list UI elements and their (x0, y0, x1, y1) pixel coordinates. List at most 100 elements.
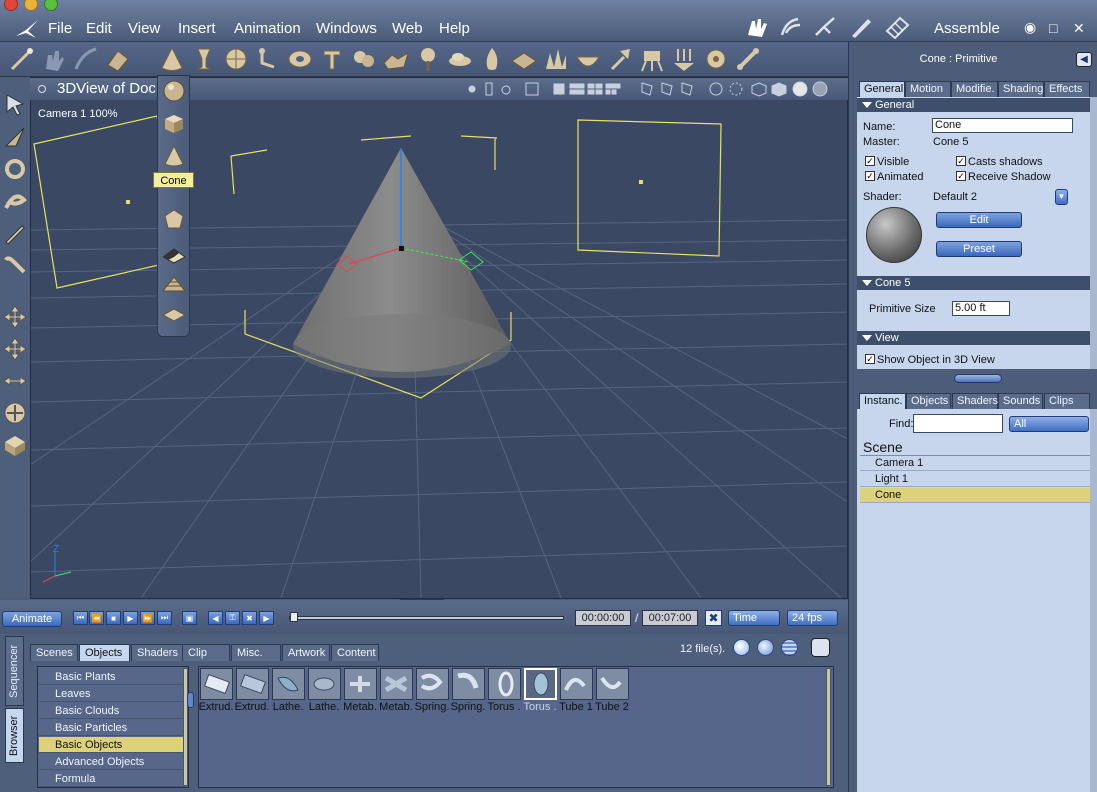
category-item[interactable]: Basic Plants (39, 669, 185, 685)
shader-dropdown-icon[interactable]: ▼ (1055, 189, 1068, 205)
fire-icon[interactable] (478, 45, 506, 73)
preset-shader-button[interactable]: Preset (936, 241, 1022, 257)
receive-shadow-checkbox[interactable]: ✓ (956, 171, 966, 181)
panel-splitter-handle[interactable] (954, 374, 1002, 383)
realtime-toggle[interactable]: ✖ (705, 610, 722, 626)
bowl-icon[interactable] (574, 45, 602, 73)
list-splitter-handle[interactable] (187, 692, 194, 708)
move-yz-icon[interactable] (2, 368, 28, 394)
scene-item-cone[interactable]: Cone (860, 488, 1090, 503)
fps-select[interactable]: 24 fps (787, 610, 838, 626)
category-item[interactable]: Basic Clouds (39, 703, 185, 719)
menu-animation[interactable]: Animation (234, 20, 301, 37)
tab-objects-list[interactable]: Objects (906, 393, 951, 409)
next-key-button[interactable]: ▶ (259, 611, 274, 625)
tab-misc[interactable]: Misc. (231, 644, 281, 661)
magic-wand-icon[interactable] (8, 45, 36, 73)
goblet-icon[interactable] (190, 45, 218, 73)
visible-checkbox[interactable]: ✓ (865, 156, 875, 166)
edit-shader-button[interactable]: Edit (936, 212, 1022, 228)
category-item[interactable]: Advanced Objects (39, 754, 185, 770)
film-mode-icon[interactable] (884, 15, 910, 39)
skeleton-icon[interactable] (254, 45, 282, 73)
path-tool-icon[interactable] (104, 45, 132, 73)
step-back-button[interactable]: ⏪ (89, 611, 104, 625)
loop-button[interactable]: ▣ (182, 611, 197, 625)
tab-modifiers[interactable]: Modifie. (951, 81, 998, 97)
viewport-toolbar-icons[interactable] (462, 80, 847, 98)
tab-shading[interactable]: Shading (998, 81, 1044, 97)
camera-rig-icon[interactable] (638, 45, 666, 73)
name-field[interactable]: Cone (932, 118, 1073, 133)
sequencer-tab[interactable]: Sequencer (5, 636, 24, 706)
pencil-icon[interactable] (2, 220, 28, 246)
play-button[interactable]: ▶ (123, 611, 138, 625)
select-arrow-icon[interactable] (2, 92, 28, 118)
menu-insert[interactable]: Insert (178, 20, 216, 37)
morph-tool-icon[interactable] (72, 45, 100, 73)
menu-view[interactable]: View (128, 20, 160, 37)
go-end-button[interactable]: ⏭ (157, 611, 172, 625)
tab-general[interactable]: General (859, 81, 905, 97)
tab-objects[interactable]: Objects (79, 644, 130, 661)
delete-key-button[interactable]: ✖ (242, 611, 257, 625)
brush-mode-icon[interactable] (848, 15, 874, 39)
properties-scrollbar[interactable] (1090, 97, 1097, 369)
terrain-icon[interactable] (382, 45, 410, 73)
view-close-icon[interactable] (38, 85, 46, 93)
menu-windows[interactable]: Windows (316, 20, 377, 37)
time-slider[interactable] (289, 616, 564, 620)
diamond-plane-icon[interactable] (161, 302, 187, 328)
link-icon[interactable] (2, 252, 28, 278)
scene-item-camera[interactable]: Camera 1 (860, 456, 1090, 471)
dodecahedron-primitive-icon[interactable] (161, 207, 187, 233)
cube-primitive-icon[interactable] (161, 111, 187, 137)
tab-content[interactable]: Content (331, 644, 379, 661)
file-grid-scrollbar[interactable] (826, 668, 831, 786)
tab-clips-list[interactable]: Clips (1044, 393, 1090, 409)
plant-icon[interactable] (414, 45, 442, 73)
primitive-cone-icon[interactable] (158, 45, 186, 73)
rotate-icon[interactable] (2, 156, 28, 182)
menu-edit[interactable]: Edit (86, 20, 112, 37)
sphere-primitive-icon[interactable] (161, 78, 187, 104)
sphere-grid-icon[interactable] (222, 45, 250, 73)
text-tool-icon[interactable] (318, 45, 346, 73)
tab-effects[interactable]: Effects (1044, 81, 1090, 97)
move-xz-icon[interactable] (2, 336, 28, 362)
animate-button[interactable]: Animate (2, 611, 62, 627)
instances-scrollbar[interactable] (1090, 409, 1097, 792)
section-view[interactable]: View (857, 331, 1090, 345)
grid-plane-icon[interactable] (161, 271, 187, 297)
shader-preview-ball[interactable] (866, 207, 922, 263)
prev-key-button[interactable]: ◀ (208, 611, 223, 625)
menu-file[interactable]: File (48, 20, 72, 37)
step-forward-button[interactable]: ⏩ (140, 611, 155, 625)
sculpt-mode-icon[interactable] (778, 15, 804, 39)
key-button[interactable]: ⚿ (225, 611, 240, 625)
hand-mode-icon[interactable] (744, 15, 770, 39)
target-icon[interactable] (702, 45, 730, 73)
category-scrollbar[interactable] (183, 668, 188, 786)
paint-mode-icon[interactable] (812, 15, 838, 39)
view-icons-button[interactable] (733, 639, 750, 656)
twist-icon[interactable] (2, 188, 28, 214)
stop-button[interactable]: ■ (106, 611, 121, 625)
light-array-icon[interactable] (670, 45, 698, 73)
primitive-size-field[interactable]: 5.00 ft (952, 301, 1010, 316)
tab-sounds-list[interactable]: Sounds (998, 393, 1043, 409)
metaball-icon[interactable] (350, 45, 378, 73)
eye-icon[interactable]: ◉ (1024, 19, 1036, 36)
category-item[interactable]: Basic Particles (39, 720, 185, 736)
torus-icon[interactable] (286, 45, 314, 73)
find-input[interactable] (913, 414, 1003, 433)
bone-icon[interactable] (734, 45, 762, 73)
casts-shadows-checkbox[interactable]: ✓ (956, 156, 966, 166)
scale-icon[interactable] (2, 400, 28, 426)
tab-artwork[interactable]: Artwork (282, 644, 330, 661)
category-item-selected[interactable]: Basic Objects (39, 737, 185, 753)
grab-hand-icon[interactable] (40, 45, 68, 73)
browser-tab[interactable]: Browser (5, 708, 24, 763)
show-in-3d-checkbox[interactable]: ✓ (865, 354, 875, 364)
section-cone[interactable]: Cone 5 (857, 276, 1090, 290)
